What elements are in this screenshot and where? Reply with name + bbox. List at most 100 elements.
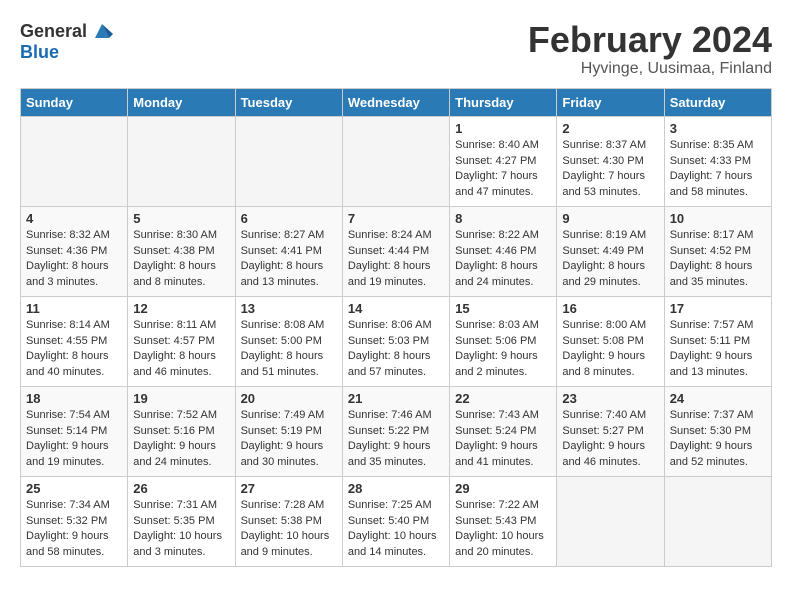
day-number: 19 <box>133 391 229 406</box>
calendar-cell <box>235 116 342 206</box>
calendar-cell: 8 Sunrise: 8:22 AM Sunset: 4:46 PM Daylig… <box>450 206 557 296</box>
day-number: 4 <box>26 211 122 226</box>
column-header-wednesday: Wednesday <box>342 88 449 116</box>
column-header-monday: Monday <box>128 88 235 116</box>
day-number: 17 <box>670 301 766 316</box>
day-number: 26 <box>133 481 229 496</box>
day-info: Sunrise: 8:08 AM Sunset: 5:00 PM Dayligh… <box>241 318 337 382</box>
day-number: 27 <box>241 481 337 496</box>
week-row-2: 4 Sunrise: 8:32 AM Sunset: 4:36 PM Daylig… <box>21 206 772 296</box>
calendar-table: SundayMondayTuesdayWednesdayThursdayFrid… <box>20 88 772 567</box>
day-info: Sunrise: 7:49 AM Sunset: 5:19 PM Dayligh… <box>241 408 337 472</box>
month-title: February 2024 <box>528 20 772 60</box>
day-info: Sunrise: 7:31 AM Sunset: 5:35 PM Dayligh… <box>133 498 229 562</box>
day-number: 1 <box>455 121 551 136</box>
calendar-cell: 29Sunrise: 7:22 AM Sunset: 5:43 PM Dayli… <box>450 476 557 566</box>
calendar-cell: 25 Sunrise: 7:34 AM Sunset: 5:32 PM Dayli… <box>21 476 128 566</box>
calendar-cell: 5 Sunrise: 8:30 AM Sunset: 4:38 PM Daylig… <box>128 206 235 296</box>
calendar-cell: 10 Sunrise: 8:17 AM Sunset: 4:52 PM Dayli… <box>664 206 771 296</box>
calendar-cell: 18 Sunrise: 7:54 AM Sunset: 5:14 PM Dayli… <box>21 386 128 476</box>
calendar-cell: 7 Sunrise: 8:24 AM Sunset: 4:44 PM Daylig… <box>342 206 449 296</box>
calendar-cell: 23 Sunrise: 7:40 AM Sunset: 5:27 PM Dayli… <box>557 386 664 476</box>
day-info: Sunrise: 8:03 AM Sunset: 5:06 PM Dayligh… <box>455 318 551 382</box>
day-number: 11 <box>26 301 122 316</box>
day-info: Sunrise: 8:06 AM Sunset: 5:03 PM Dayligh… <box>348 318 444 382</box>
logo-general-text: General <box>20 21 87 42</box>
logo: General Blue <box>20 20 113 63</box>
day-number: 5 <box>133 211 229 226</box>
calendar-cell: 1Sunrise: 8:40 AM Sunset: 4:27 PM Daylig… <box>450 116 557 206</box>
calendar-cell: 12Sunrise: 8:11 AM Sunset: 4:57 PM Dayli… <box>128 296 235 386</box>
column-header-thursday: Thursday <box>450 88 557 116</box>
day-number: 16 <box>562 301 658 316</box>
calendar-cell: 26 Sunrise: 7:31 AM Sunset: 5:35 PM Dayli… <box>128 476 235 566</box>
day-info: Sunrise: 8:14 AM Sunset: 4:55 PM Dayligh… <box>26 318 122 382</box>
day-number: 18 <box>26 391 122 406</box>
day-info: Sunrise: 7:43 AM Sunset: 5:24 PM Dayligh… <box>455 408 551 472</box>
logo-blue-text: Blue <box>20 42 59 63</box>
day-number: 9 <box>562 211 658 226</box>
column-header-saturday: Saturday <box>664 88 771 116</box>
day-number: 24 <box>670 391 766 406</box>
calendar-cell <box>664 476 771 566</box>
week-row-5: 25 Sunrise: 7:34 AM Sunset: 5:32 PM Dayli… <box>21 476 772 566</box>
day-info: Sunrise: 8:17 AM Sunset: 4:52 PM Dayligh… <box>670 228 766 292</box>
calendar-cell: 22 Sunrise: 7:43 AM Sunset: 5:24 PM Dayli… <box>450 386 557 476</box>
day-info: Sunrise: 7:34 AM Sunset: 5:32 PM Dayligh… <box>26 498 122 562</box>
header: General Blue February 2024 Hyvinge, Uusi… <box>20 20 772 78</box>
day-info: Sunrise: 7:28 AM Sunset: 5:38 PM Dayligh… <box>241 498 337 562</box>
calendar-cell: 17 Sunrise: 7:57 AM Sunset: 5:11 PM Dayli… <box>664 296 771 386</box>
day-info: Sunrise: 8:35 AM Sunset: 4:33 PM Dayligh… <box>670 138 766 202</box>
calendar-cell <box>21 116 128 206</box>
calendar-cell: 9 Sunrise: 8:19 AM Sunset: 4:49 PM Daylig… <box>557 206 664 296</box>
calendar-cell: 3 Sunrise: 8:35 AM Sunset: 4:33 PM Daylig… <box>664 116 771 206</box>
header-row: SundayMondayTuesdayWednesdayThursdayFrid… <box>21 88 772 116</box>
calendar-cell: 14 Sunrise: 8:06 AM Sunset: 5:03 PM Dayli… <box>342 296 449 386</box>
calendar-cell: 19 Sunrise: 7:52 AM Sunset: 5:16 PM Dayli… <box>128 386 235 476</box>
calendar-cell: 4 Sunrise: 8:32 AM Sunset: 4:36 PM Daylig… <box>21 206 128 296</box>
day-number: 13 <box>241 301 337 316</box>
column-header-friday: Friday <box>557 88 664 116</box>
calendar-cell: 24 Sunrise: 7:37 AM Sunset: 5:30 PM Dayli… <box>664 386 771 476</box>
calendar-cell: 20 Sunrise: 7:49 AM Sunset: 5:19 PM Dayli… <box>235 386 342 476</box>
day-number: 25 <box>26 481 122 496</box>
day-number: 2 <box>562 121 658 136</box>
day-info: Sunrise: 8:27 AM Sunset: 4:41 PM Dayligh… <box>241 228 337 292</box>
day-number: 21 <box>348 391 444 406</box>
day-number: 20 <box>241 391 337 406</box>
day-number: 28 <box>348 481 444 496</box>
calendar-cell: 11 Sunrise: 8:14 AM Sunset: 4:55 PM Dayli… <box>21 296 128 386</box>
day-number: 14 <box>348 301 444 316</box>
day-info: Sunrise: 8:30 AM Sunset: 4:38 PM Dayligh… <box>133 228 229 292</box>
calendar-cell <box>557 476 664 566</box>
day-info: Sunrise: 8:11 AM Sunset: 4:57 PM Dayligh… <box>133 318 229 382</box>
calendar-cell: 15 Sunrise: 8:03 AM Sunset: 5:06 PM Dayli… <box>450 296 557 386</box>
day-number: 15 <box>455 301 551 316</box>
day-info: Sunrise: 7:52 AM Sunset: 5:16 PM Dayligh… <box>133 408 229 472</box>
column-header-tuesday: Tuesday <box>235 88 342 116</box>
calendar-cell: 2Sunrise: 8:37 AM Sunset: 4:30 PM Daylig… <box>557 116 664 206</box>
day-info: Sunrise: 8:22 AM Sunset: 4:46 PM Dayligh… <box>455 228 551 292</box>
day-number: 6 <box>241 211 337 226</box>
day-number: 10 <box>670 211 766 226</box>
day-info: Sunrise: 7:25 AM Sunset: 5:40 PM Dayligh… <box>348 498 444 562</box>
day-number: 22 <box>455 391 551 406</box>
day-number: 29 <box>455 481 551 496</box>
day-number: 23 <box>562 391 658 406</box>
day-number: 3 <box>670 121 766 136</box>
day-info: Sunrise: 8:32 AM Sunset: 4:36 PM Dayligh… <box>26 228 122 292</box>
day-info: Sunrise: 8:19 AM Sunset: 4:49 PM Dayligh… <box>562 228 658 292</box>
day-info: Sunrise: 7:57 AM Sunset: 5:11 PM Dayligh… <box>670 318 766 382</box>
day-info: Sunrise: 8:24 AM Sunset: 4:44 PM Dayligh… <box>348 228 444 292</box>
calendar-cell <box>128 116 235 206</box>
week-row-3: 11 Sunrise: 8:14 AM Sunset: 4:55 PM Dayli… <box>21 296 772 386</box>
day-number: 8 <box>455 211 551 226</box>
day-info: Sunrise: 7:54 AM Sunset: 5:14 PM Dayligh… <box>26 408 122 472</box>
calendar-cell: 6 Sunrise: 8:27 AM Sunset: 4:41 PM Daylig… <box>235 206 342 296</box>
week-row-1: 1Sunrise: 8:40 AM Sunset: 4:27 PM Daylig… <box>21 116 772 206</box>
day-number: 7 <box>348 211 444 226</box>
logo-icon <box>91 20 113 42</box>
day-info: Sunrise: 7:37 AM Sunset: 5:30 PM Dayligh… <box>670 408 766 472</box>
calendar-cell: 21Sunrise: 7:46 AM Sunset: 5:22 PM Dayli… <box>342 386 449 476</box>
day-info: Sunrise: 7:40 AM Sunset: 5:27 PM Dayligh… <box>562 408 658 472</box>
